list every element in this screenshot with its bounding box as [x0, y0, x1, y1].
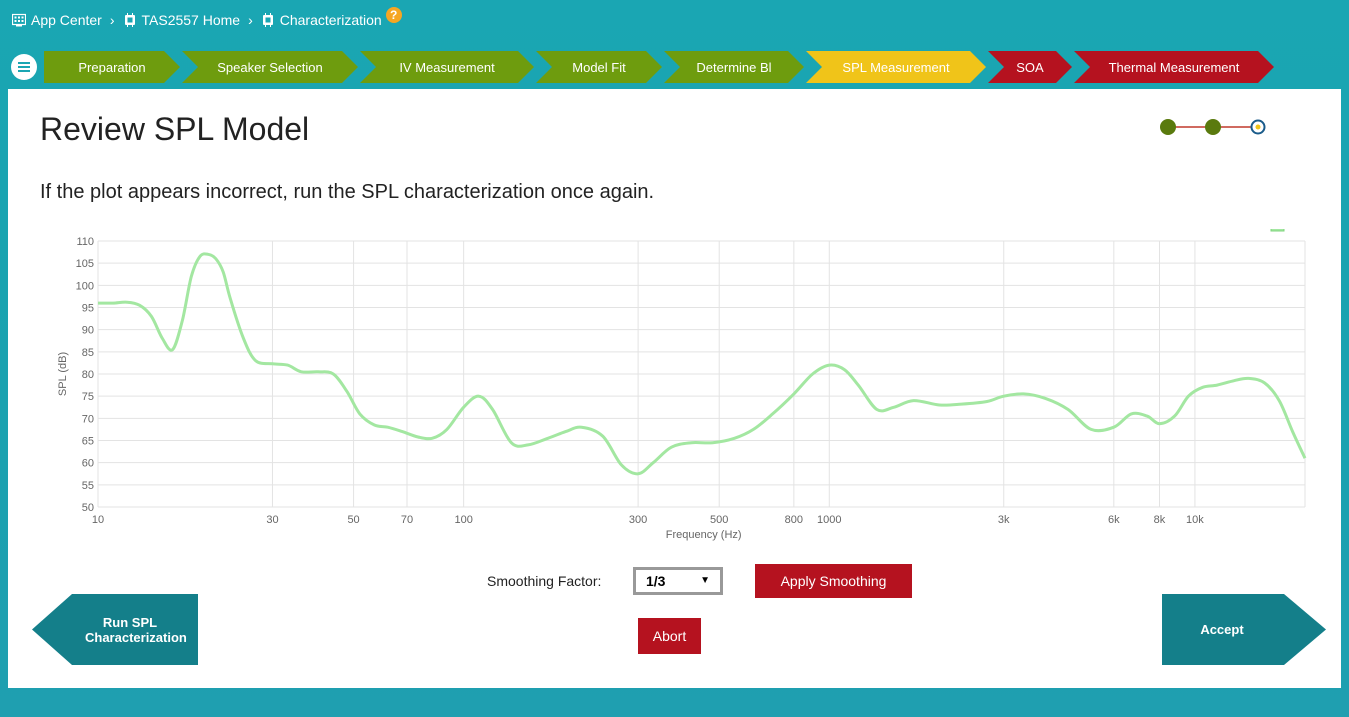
y-tick-label: 85 — [82, 347, 94, 359]
apply-smoothing-button[interactable]: Apply Smoothing — [755, 564, 912, 598]
list-menu-icon — [18, 62, 30, 72]
page-title: Review SPL Model — [40, 111, 310, 147]
y-tick-label: 65 — [82, 436, 94, 448]
y-tick-label: 95 — [82, 303, 94, 315]
legend-label: SPL — [1288, 229, 1309, 232]
dropdown-arrow-icon: ▼ — [700, 575, 710, 586]
progress-dot-complete — [1205, 119, 1221, 135]
breadcrumb-current: Characterization — [261, 12, 382, 28]
x-tick-label: 500 — [710, 514, 728, 526]
step-label: Determine Bl — [696, 59, 772, 75]
step-spl-measurement[interactable]: SPL Measurement — [806, 51, 986, 83]
smoothing-factor-value: 1/3 — [646, 573, 666, 589]
y-tick-label: 70 — [82, 413, 94, 425]
x-tick-label: 70 — [401, 514, 413, 526]
progress-indicator — [1160, 119, 1266, 135]
x-tick-label: 300 — [629, 514, 647, 526]
y-tick-label: 90 — [82, 325, 94, 337]
x-tick-label: 1000 — [817, 514, 841, 526]
x-tick-label: 30 — [266, 514, 278, 526]
step-model-fit[interactable]: Model Fit — [536, 51, 662, 83]
progress-dot-core — [1255, 124, 1261, 130]
step-iv-measurement[interactable]: IV Measurement — [360, 51, 534, 83]
breadcrumb-separator-icon: › — [109, 12, 115, 28]
x-tick-label: 10 — [92, 514, 104, 526]
x-tick-label: 800 — [785, 514, 803, 526]
breadcrumb-separator-icon: › — [248, 12, 253, 28]
y-tick-label: 80 — [82, 369, 94, 381]
x-tick-label: 50 — [347, 514, 359, 526]
x-tick-label: 10k — [1186, 514, 1204, 526]
accept-label: Accept — [1200, 622, 1244, 637]
x-tick-label: 6k — [1108, 514, 1120, 526]
smoothing-factor-select[interactable]: 1/3 ▼ — [633, 567, 723, 595]
step-label: Preparation — [78, 59, 146, 75]
y-tick-label: 105 — [76, 258, 94, 270]
y-tick-label: 75 — [82, 391, 94, 403]
smoothing-factor-label: Smoothing Factor: — [487, 573, 602, 589]
chip-icon — [123, 13, 137, 27]
step-soa[interactable]: SOA — [988, 51, 1072, 83]
accept-button[interactable]: Accept — [1162, 594, 1326, 665]
step-label: Speaker Selection — [217, 59, 323, 75]
x-tick-label: 100 — [454, 514, 472, 526]
step-label: SOA — [1016, 59, 1044, 75]
y-tick-label: 55 — [82, 480, 94, 492]
y-tick-label: 60 — [82, 458, 94, 470]
step-determine-bl[interactable]: Determine Bl — [664, 51, 804, 83]
step-speaker-selection[interactable]: Speaker Selection — [182, 51, 358, 83]
y-tick-label: 110 — [76, 236, 94, 248]
breadcrumb-home-label: TAS2557 Home — [141, 12, 241, 28]
x-tick-label: 8k — [1154, 514, 1166, 526]
progress-dot-complete — [1160, 119, 1176, 135]
x-axis-label: Frequency (Hz) — [666, 529, 742, 541]
breadcrumb: App Center › TAS2557 Home › Characteriza… — [11, 7, 402, 28]
step-preparation[interactable]: Preparation — [44, 51, 180, 83]
run-spl-characterization-label: Run SPL Characterization — [85, 614, 187, 645]
breadcrumb-app-center-label: App Center — [31, 12, 102, 28]
step-label: Thermal Measurement — [1108, 59, 1240, 75]
legend-swatch — [1270, 229, 1285, 232]
breadcrumb-current-label: Characterization — [279, 12, 382, 28]
menu-button[interactable] — [11, 54, 37, 80]
step-label: IV Measurement — [399, 59, 495, 75]
chip-icon — [261, 13, 275, 27]
breadcrumb-home[interactable]: TAS2557 Home — [123, 12, 241, 28]
step-label: SPL Measurement — [842, 59, 950, 75]
step-label: Model Fit — [572, 59, 626, 75]
abort-button[interactable]: Abort — [638, 618, 701, 654]
x-tick-label: 3k — [998, 514, 1010, 526]
y-tick-label: 50 — [82, 502, 94, 514]
y-axis-label: SPL (dB) — [57, 352, 69, 396]
y-tick-label: 100 — [76, 280, 94, 292]
breadcrumb-app-center[interactable]: App Center — [11, 12, 102, 28]
app-grid-icon — [11, 13, 27, 27]
help-icon[interactable]: ? — [385, 7, 402, 23]
page-subtitle: If the plot appears incorrect, run the S… — [40, 181, 655, 203]
top-bar: App Center › TAS2557 Home › Characteriza… — [0, 0, 1349, 44]
run-spl-characterization-button[interactable]: Run SPL Characterization — [32, 594, 198, 665]
step-thermal-measurement[interactable]: Thermal Measurement — [1074, 51, 1274, 83]
main-panel: Review SPL Model If the plot appears inc… — [8, 89, 1341, 688]
spl-chart: 50 55 60 65 70 75 80 85 90 95 100 105 110 10 30 50 70 100… — [57, 229, 1309, 541]
